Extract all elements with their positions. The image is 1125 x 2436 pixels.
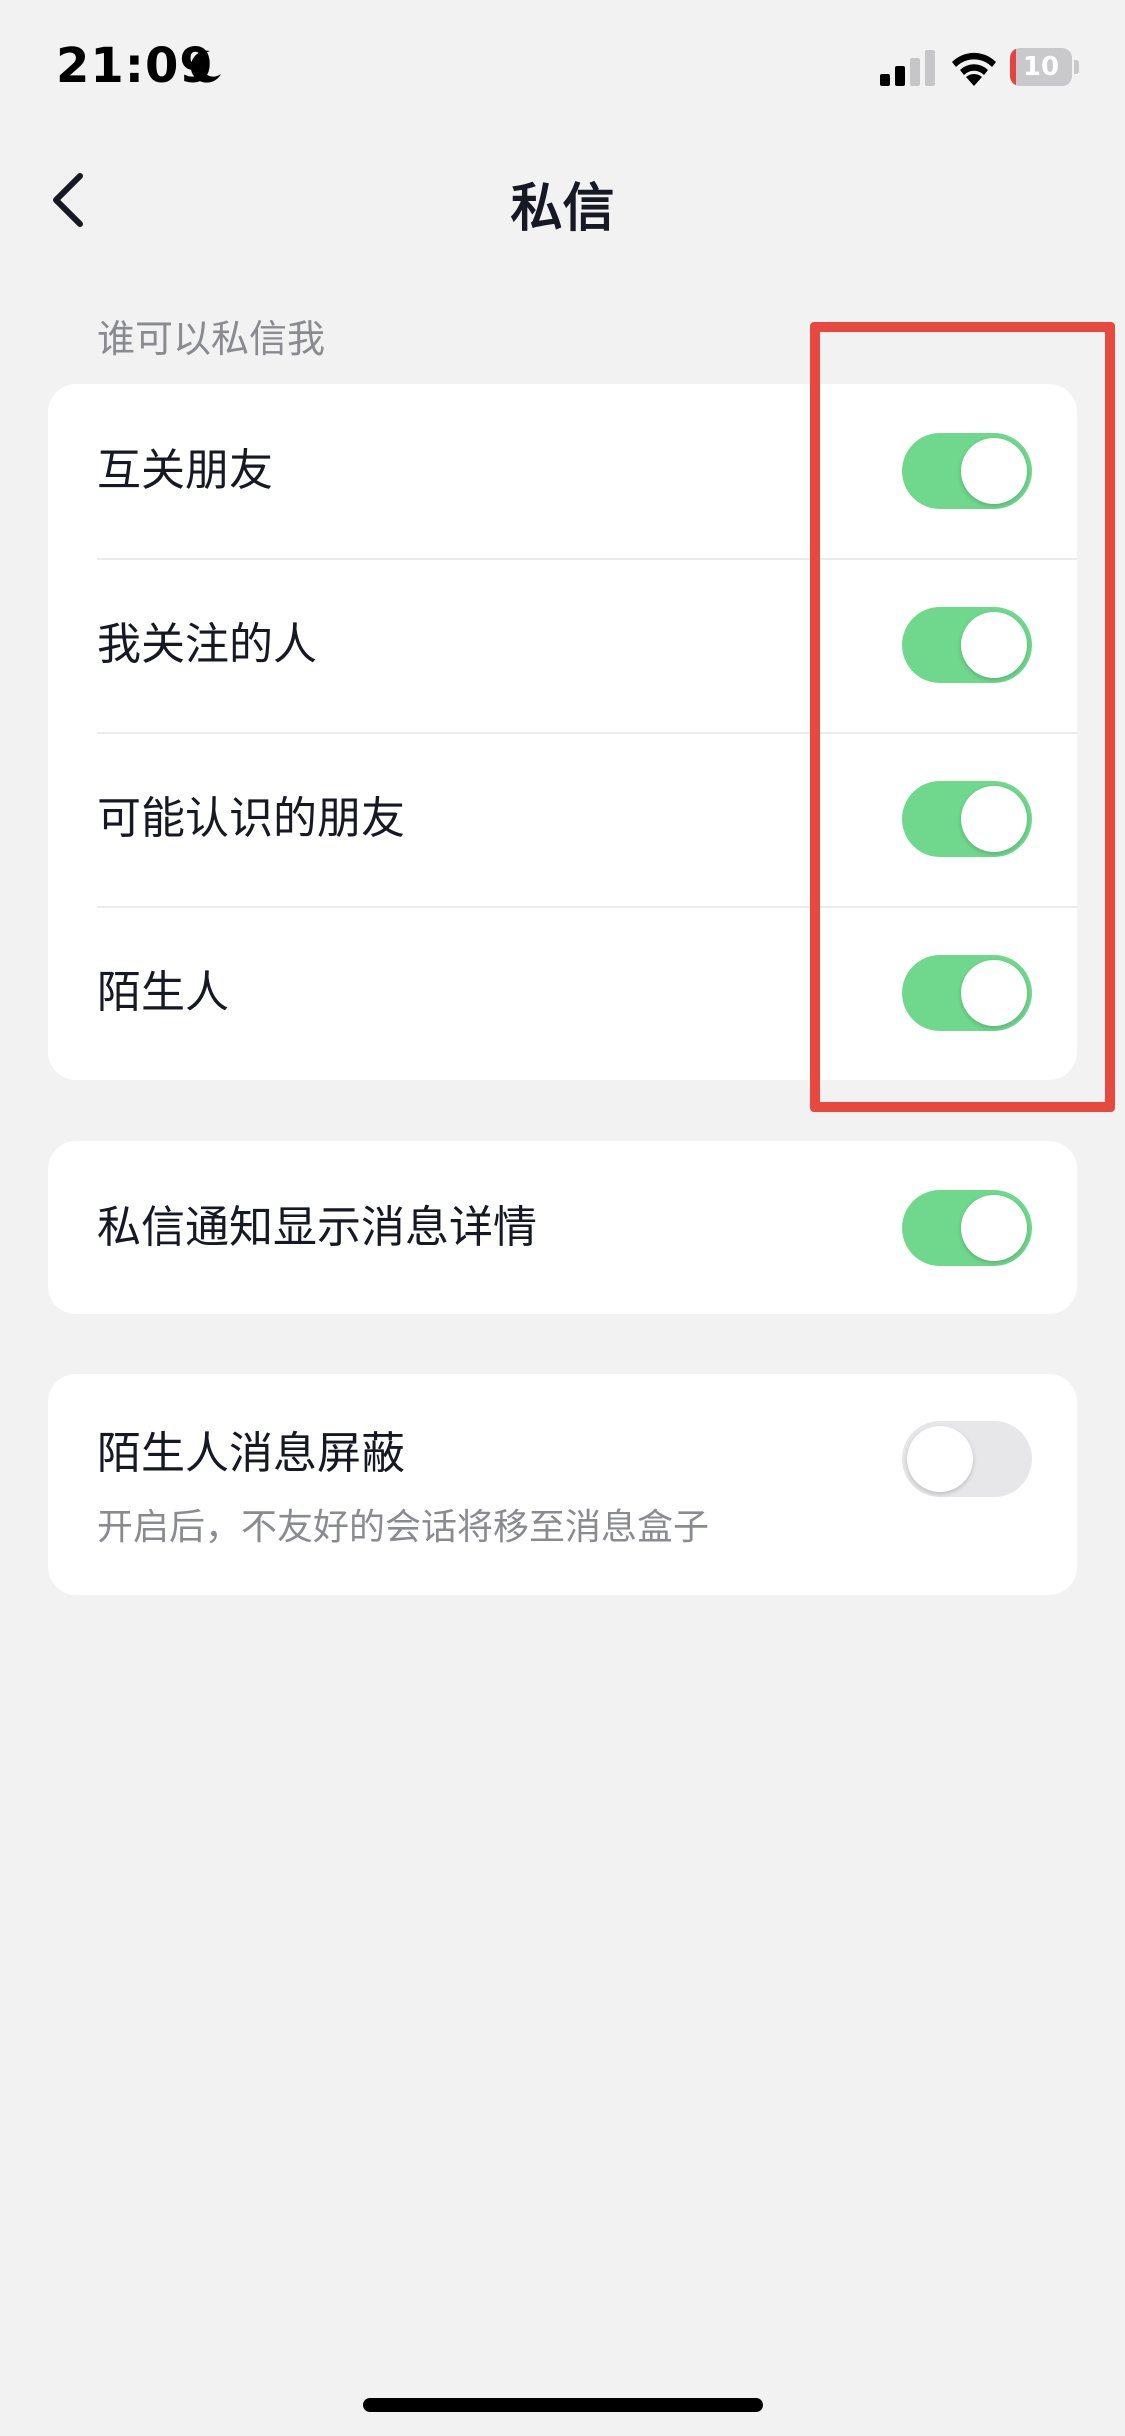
setting-row-strangers: 陌生人 — [48, 906, 1077, 1080]
who-can-message-card: 互关朋友 我关注的人 可能认识的朋友 陌生人 — [48, 384, 1077, 1080]
mutual-friends-toggle[interactable] — [902, 433, 1032, 509]
following-toggle[interactable] — [902, 607, 1032, 683]
people-you-may-know-toggle[interactable] — [902, 781, 1032, 857]
page-title: 私信 — [510, 179, 615, 239]
stranger-block-card: 陌生人消息屏蔽 开启后，不友好的会话将移至消息盒子 — [48, 1374, 1077, 1595]
row-label: 可能认识的朋友 — [97, 793, 405, 844]
row-label: 互关朋友 — [97, 445, 273, 496]
row-description: 开启后，不友好的会话将移至消息盒子 — [97, 1507, 710, 1548]
section-label: 谁可以私信我 — [97, 317, 326, 361]
setting-row-stranger-block: 陌生人消息屏蔽 开启后，不友好的会话将移至消息盒子 — [48, 1374, 1077, 1595]
setting-row-notification-details: 私信通知显示消息详情 — [48, 1141, 1077, 1314]
moon-icon — [190, 50, 221, 83]
notification-details-toggle[interactable] — [902, 1190, 1032, 1266]
setting-row-following: 我关注的人 — [48, 558, 1077, 732]
strangers-toggle[interactable] — [902, 955, 1032, 1031]
row-label: 私信通知显示消息详情 — [97, 1202, 537, 1253]
battery-level: 10 — [1022, 52, 1060, 82]
home-indicator — [363, 2398, 763, 2412]
signal-icon — [880, 50, 935, 86]
row-label: 我关注的人 — [97, 619, 317, 670]
battery-charging-icon: 10 — [1010, 48, 1080, 86]
setting-row-people-you-may-know: 可能认识的朋友 — [48, 732, 1077, 906]
row-label: 陌生人消息屏蔽 — [97, 1428, 405, 1479]
wifi-icon — [952, 52, 996, 86]
setting-row-mutual-friends: 互关朋友 — [48, 384, 1077, 558]
notification-details-card: 私信通知显示消息详情 — [48, 1141, 1077, 1314]
stranger-block-toggle[interactable] — [902, 1421, 1032, 1497]
status-bar: 21:09 10 — [0, 0, 1125, 140]
row-label: 陌生人 — [97, 967, 229, 1018]
nav-bar: 私信 — [0, 140, 1125, 260]
